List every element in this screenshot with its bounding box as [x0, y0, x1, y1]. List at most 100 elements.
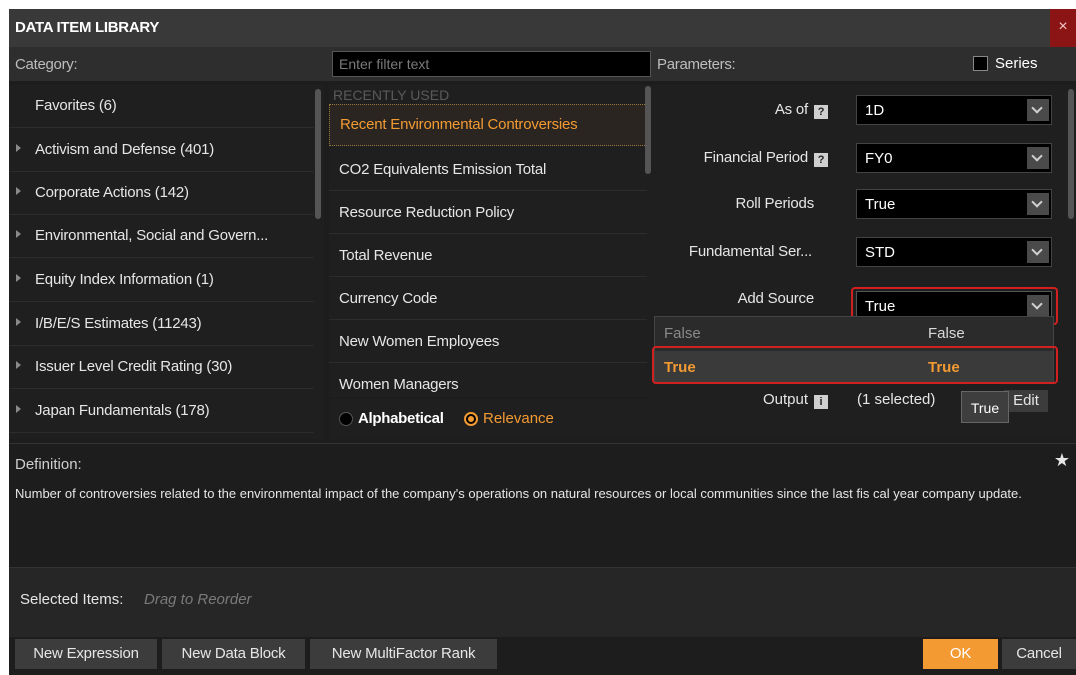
- chevron-down-icon[interactable]: [1027, 99, 1049, 121]
- category-item-corporate-actions[interactable]: Corporate Actions (142): [9, 172, 314, 215]
- category-header: Category:: [9, 47, 324, 81]
- category-label: Equity Index Information (1): [35, 271, 214, 288]
- category-item-credit-rating[interactable]: Issuer Level Credit Rating (30): [9, 346, 314, 389]
- category-scrollbar[interactable]: [315, 89, 321, 219]
- relevance-radio[interactable]: [464, 412, 478, 426]
- category-label: Activism and Defense (401): [35, 141, 215, 158]
- as-of-label-text: As of: [774, 101, 808, 118]
- list-item-selected[interactable]: Recent Environmental Controversies: [329, 104, 647, 146]
- expand-arrow-icon: [16, 274, 21, 282]
- list-item-label: Recent Environmental Controversies: [340, 116, 578, 133]
- chevron-down-icon[interactable]: [1027, 193, 1049, 215]
- tooltip: True: [961, 391, 1009, 423]
- cancel-button[interactable]: Cancel: [1002, 639, 1076, 669]
- output-label: Output i: [763, 391, 828, 409]
- option-label: False: [664, 325, 701, 342]
- filter-input[interactable]: [332, 51, 651, 77]
- relevance-label: Relevance: [483, 410, 554, 427]
- fundamental-series-select[interactable]: STD: [856, 237, 1052, 267]
- category-label: I/B/E/S Estimates (11243): [35, 315, 202, 332]
- chevron-down-icon[interactable]: [1027, 241, 1049, 263]
- title-bar: DATA ITEM LIBRARY ×: [9, 9, 1076, 47]
- list-item-label: CO2 Equivalents Emission Total: [339, 161, 547, 178]
- star-icon[interactable]: ★: [1054, 450, 1070, 471]
- category-item-esg[interactable]: Environmental, Social and Govern...: [9, 215, 314, 258]
- list-item[interactable]: Women Managers: [329, 363, 647, 397]
- parameters-header: Parameters: Series: [651, 47, 1076, 81]
- fundamental-series-value: STD: [865, 244, 895, 261]
- list-item-label: Resource Reduction Policy: [339, 204, 515, 221]
- expand-arrow-icon: [16, 187, 21, 195]
- option-value: False: [928, 325, 965, 342]
- new-expression-button[interactable]: New Expression: [15, 639, 157, 669]
- roll-periods-label: Roll Periods: [735, 195, 815, 212]
- as-of-label: As of?: [775, 101, 828, 119]
- definition-panel: Definition: ★ Number of controversies re…: [9, 443, 1076, 567]
- add-source-label: Add Source: [737, 290, 815, 307]
- list-item-label: Total Revenue: [339, 247, 433, 264]
- info-icon[interactable]: i: [814, 395, 828, 409]
- close-button[interactable]: ×: [1050, 9, 1076, 47]
- category-label: Corporate Actions (142): [35, 184, 189, 201]
- expand-arrow-icon: [16, 361, 21, 369]
- data-item-list: RECENTLY USED Recent Environmental Contr…: [329, 85, 651, 397]
- dialog-title: DATA ITEM LIBRARY: [15, 19, 160, 36]
- expand-arrow-icon: [16, 405, 21, 413]
- category-item-japan-fundamentals[interactable]: Japan Fundamentals (178): [9, 390, 314, 433]
- output-value: (1 selected): [857, 391, 936, 408]
- parameters-panel: As of? 1D Financial Period? FY0 Roll Per…: [651, 85, 1076, 439]
- category-item-activism[interactable]: Activism and Defense (401): [9, 129, 314, 172]
- expand-arrow-icon: [16, 318, 21, 326]
- as-of-select[interactable]: 1D: [856, 95, 1052, 125]
- chevron-down-icon[interactable]: [1027, 147, 1049, 169]
- alphabetical-radio[interactable]: [339, 412, 353, 426]
- true-option-highlight: [652, 346, 1058, 384]
- category-label: Environmental, Social and Govern...: [35, 227, 269, 244]
- category-label: Issuer Level Credit Rating (30): [35, 358, 233, 375]
- selected-items-title: Selected Items:: [20, 591, 124, 608]
- parameters-header-label: Parameters:: [657, 56, 736, 73]
- list-item[interactable]: Currency Code: [329, 277, 647, 320]
- new-multifactor-rank-button[interactable]: New MultiFactor Rank: [310, 639, 497, 669]
- output-edit-button[interactable]: Edit: [1004, 390, 1048, 412]
- category-item-equity-index[interactable]: Equity Index Information (1): [9, 259, 314, 302]
- list-item[interactable]: CO2 Equivalents Emission Total: [329, 148, 647, 191]
- sort-options: Alphabetical Relevance: [329, 399, 651, 439]
- list-item[interactable]: Total Revenue: [329, 234, 647, 277]
- fundamental-series-label: Fundamental Ser...: [688, 243, 812, 260]
- category-list: Favorites (6) Activism and Defense (401)…: [9, 85, 324, 439]
- series-label: Series: [995, 55, 1038, 72]
- list-item-label: Currency Code: [339, 290, 438, 307]
- new-data-block-button[interactable]: New Data Block: [162, 639, 305, 669]
- definition-title: Definition:: [15, 456, 82, 473]
- definition-text: Number of controversies related to the e…: [15, 486, 1022, 501]
- roll-periods-value: True: [865, 196, 896, 213]
- series-checkbox[interactable]: [973, 56, 988, 71]
- financial-period-label: Financial Period?: [704, 149, 828, 167]
- financial-period-select[interactable]: FY0: [856, 143, 1052, 173]
- list-item[interactable]: Resource Reduction Policy: [329, 191, 647, 234]
- footer-bar: New Expression New Data Block New MultiF…: [9, 637, 1076, 675]
- help-icon[interactable]: ?: [814, 105, 828, 119]
- roll-periods-select[interactable]: True: [856, 189, 1052, 219]
- expand-arrow-icon: [16, 144, 21, 152]
- parameters-scrollbar[interactable]: [1068, 89, 1074, 219]
- category-label: Japan Fundamentals (178): [35, 402, 210, 419]
- category-item-ibes[interactable]: I/B/E/S Estimates (11243): [9, 303, 314, 346]
- financial-period-label-text: Financial Period: [703, 149, 809, 166]
- category-label: Favorites (6): [35, 97, 117, 114]
- alphabetical-label: Alphabetical: [358, 410, 444, 427]
- list-item-label: New Women Employees: [339, 333, 500, 350]
- expand-arrow-icon: [16, 230, 21, 238]
- list-item-label: Women Managers: [339, 376, 459, 393]
- category-item-favorites[interactable]: Favorites (6): [9, 85, 314, 128]
- output-label-text: Output: [762, 391, 808, 408]
- data-item-library-dialog: DATA ITEM LIBRARY × Category: Parameters…: [9, 9, 1076, 675]
- selected-items-panel: Selected Items: Drag to Reorder: [9, 567, 1076, 637]
- recently-used-header: RECENTLY USED: [333, 87, 450, 103]
- selected-items-hint: Drag to Reorder: [144, 591, 252, 608]
- as-of-value: 1D: [865, 102, 885, 119]
- help-icon[interactable]: ?: [814, 153, 828, 167]
- ok-button[interactable]: OK: [923, 639, 998, 669]
- list-item[interactable]: New Women Employees: [329, 320, 647, 363]
